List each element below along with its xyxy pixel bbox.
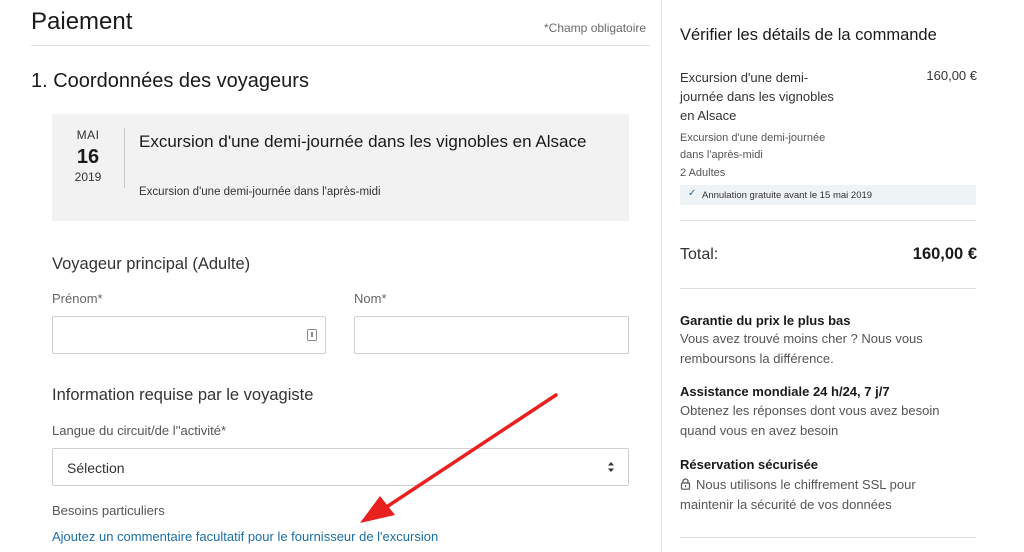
language-select-value: Sélection (67, 460, 125, 476)
add-comment-link[interactable]: Ajoutez un commentaire facultatif pour l… (52, 529, 438, 544)
operator-info-heading: Information requise par le voyagiste (52, 386, 314, 404)
special-needs-label: Besoins particuliers (52, 503, 165, 518)
support-title: Assistance mondiale 24 h/24, 7 j/7 (680, 384, 890, 399)
price-guarantee-title: Garantie du prix le plus bas (680, 313, 851, 328)
lock-icon (680, 478, 691, 490)
page-title: Paiement (31, 8, 133, 35)
tour-date-month: MAI (76, 128, 100, 142)
total-value: 160,00 € (912, 245, 977, 263)
column-divider (661, 0, 662, 552)
free-cancellation-badge: ✓ Annulation gratuite avant le 15 mai 20… (680, 185, 976, 205)
autofill-key-icon[interactable] (307, 329, 317, 341)
order-summary-title: Vérifier les détails de la commande (680, 26, 937, 44)
last-name-field[interactable] (354, 316, 629, 354)
last-name-label: Nom* (354, 291, 387, 306)
select-caret-icon (608, 462, 614, 472)
support-text: Obtenez les réponses dont vous avez beso… (680, 403, 940, 438)
tour-card: MAI 16 2019 Excursion d'une demi-journée… (52, 114, 629, 221)
bottom-divider (680, 537, 976, 538)
secure-booking-block: Nous utilisons le chiffrement SSL pour m… (680, 475, 970, 515)
tour-date-day: 16 (76, 146, 100, 168)
lead-traveler-heading: Voyageur principal (Adulte) (52, 255, 251, 273)
section-title: 1. Coordonnées des voyageurs (31, 70, 309, 92)
total-divider (680, 288, 976, 289)
tour-subtitle: Excursion d'une demi-journée dans l'aprè… (139, 186, 381, 198)
required-field-note: *Champ obligatoire (544, 21, 647, 35)
price-guarantee-text: Vous avez trouvé moins cher ? Nous vous … (680, 331, 923, 366)
summary-quantity: 2 Adultes (680, 167, 726, 179)
summary-item-option: Excursion d'une demi-journée dans l'aprè… (680, 132, 826, 161)
total-label: Total: (680, 246, 719, 263)
date-divider (124, 128, 125, 188)
tour-date: MAI 16 2019 (52, 128, 124, 184)
secure-booking-title: Réservation sécurisée (680, 457, 819, 472)
secure-booking-text: Nous utilisons le chiffrement SSL pour m… (680, 477, 916, 512)
free-cancellation-text: Annulation gratuite avant le 15 mai 2019 (702, 190, 873, 201)
language-label: Langue du circuit/de l''activité* (52, 423, 227, 438)
first-name-field[interactable] (52, 316, 326, 354)
first-name-label: Prénom* (52, 291, 103, 306)
summary-divider (680, 220, 976, 221)
tour-title: Excursion d'une demi-journée dans les vi… (139, 132, 587, 151)
summary-item-price: 160,00 € (926, 68, 977, 83)
check-icon: ✓ (688, 188, 697, 199)
tour-date-year: 2019 (74, 170, 102, 184)
summary-item-name: Excursion d'une demi-journée dans les vi… (680, 70, 834, 123)
title-divider (31, 45, 650, 46)
language-select[interactable]: Sélection (52, 448, 629, 486)
